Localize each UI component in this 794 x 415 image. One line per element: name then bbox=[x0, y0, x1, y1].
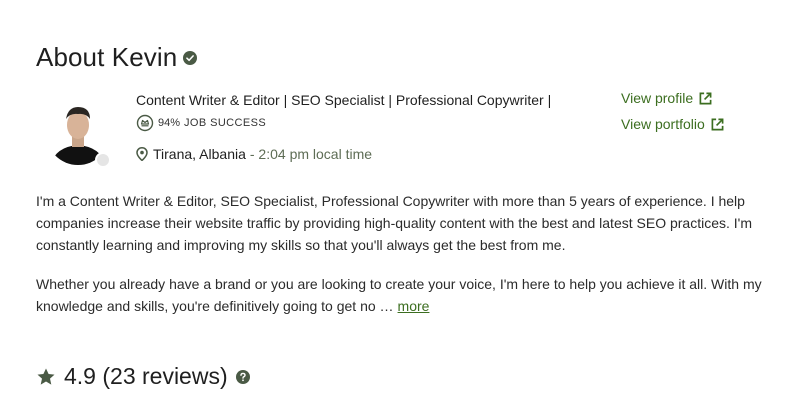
job-success-badge: 94% JOB SUCCESS bbox=[136, 114, 266, 132]
location-pin-icon bbox=[136, 147, 148, 161]
verified-badge-icon bbox=[183, 50, 198, 65]
job-success-badge-icon bbox=[136, 114, 154, 132]
external-link-icon bbox=[711, 118, 724, 130]
bio-paragraph-truncated: Whether you already have a brand or you … bbox=[36, 273, 786, 317]
bio-paragraph: I'm a Content Writer & Editor, SEO Speci… bbox=[36, 193, 752, 253]
profile-headline: Content Writer & Editor | SEO Specialist… bbox=[136, 92, 552, 108]
more-link[interactable]: more bbox=[398, 298, 430, 314]
rating-text: 4.9 (23 reviews) bbox=[64, 363, 228, 389]
page-title: About Kevin bbox=[36, 42, 178, 72]
view-portfolio-link[interactable]: View portfolio bbox=[621, 116, 724, 132]
status-indicator bbox=[95, 152, 111, 168]
location-city: Tirana, Albania bbox=[153, 146, 246, 162]
title-row: About Kevin bbox=[36, 42, 198, 73]
star-icon bbox=[37, 368, 55, 385]
help-icon[interactable] bbox=[235, 369, 250, 384]
local-time: - 2:04 pm local time bbox=[249, 146, 373, 162]
rating-summary: 4.9 (23 reviews) bbox=[36, 363, 250, 390]
job-success-percent: 94% bbox=[158, 117, 181, 129]
external-link-icon bbox=[699, 92, 712, 104]
view-profile-label: View profile bbox=[621, 90, 694, 106]
job-success-label: JOB SUCCESS bbox=[184, 117, 267, 129]
view-portfolio-label: View portfolio bbox=[621, 116, 705, 132]
location: Tirana, Albania - 2:04 pm local time bbox=[136, 146, 372, 162]
view-profile-link[interactable]: View profile bbox=[621, 90, 712, 106]
